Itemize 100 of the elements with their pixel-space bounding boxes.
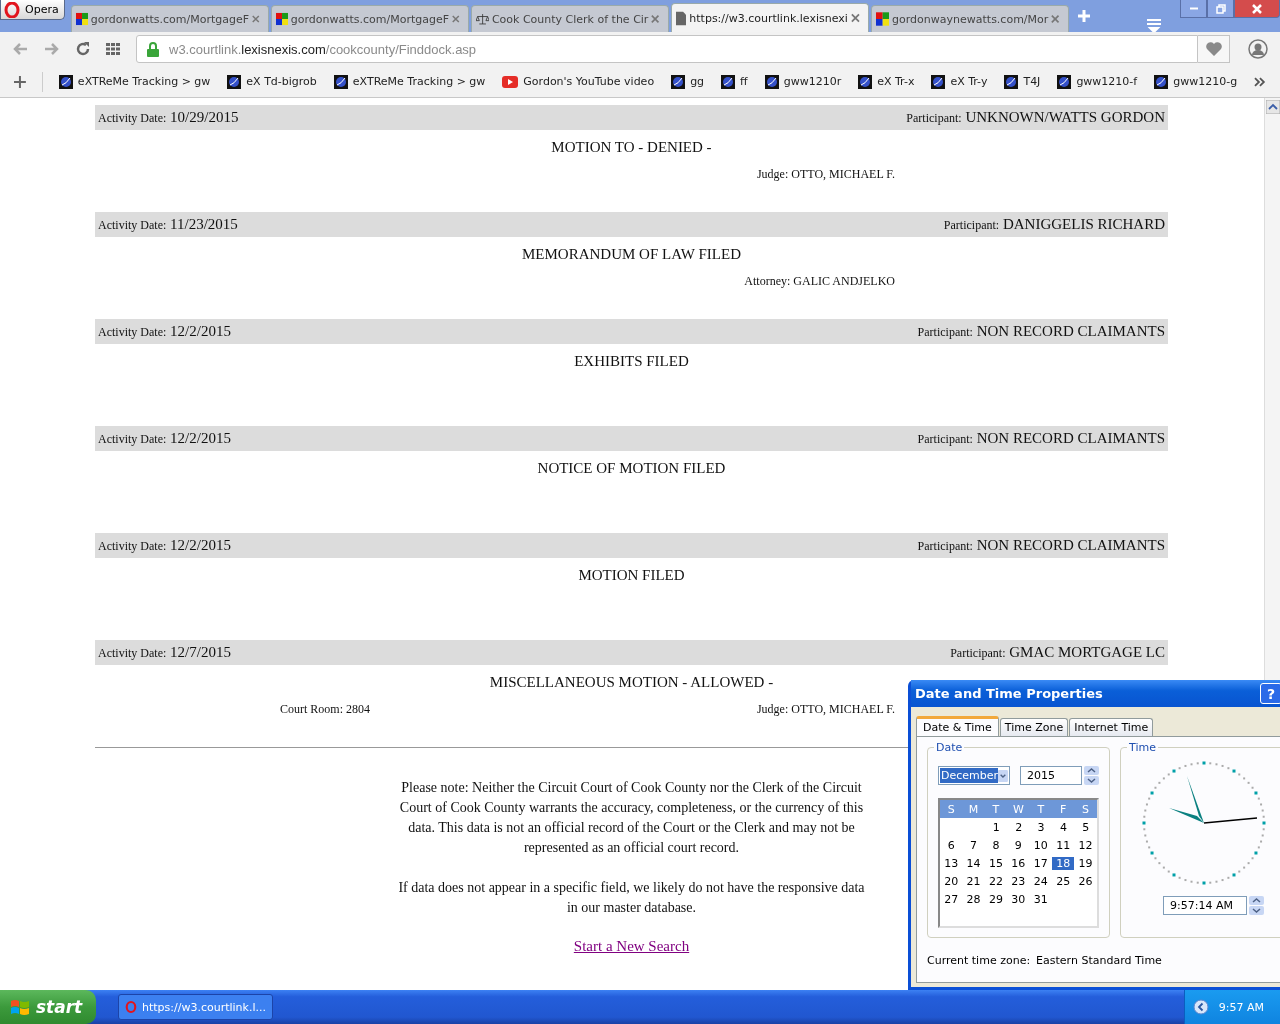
- minimize-icon: [1188, 7, 1199, 10]
- reload-icon[interactable]: [76, 42, 90, 56]
- calendar-day[interactable]: 26: [1074, 874, 1097, 888]
- bookmark-link[interactable]: gg: [671, 74, 705, 89]
- calendar-day[interactable]: 27: [940, 892, 963, 906]
- calendar-day[interactable]: 23: [1007, 874, 1030, 888]
- globe-icon: [721, 74, 736, 89]
- profile-icon[interactable]: [1248, 39, 1268, 59]
- help-button[interactable]: ?: [1260, 683, 1280, 704]
- calendar-day[interactable]: 22: [984, 874, 1008, 888]
- bookmark-link[interactable]: eX Td-bigrob: [227, 74, 317, 89]
- activity-description: MOTION TO - DENIED -: [551, 139, 712, 155]
- browser-tab[interactable]: gordonwatts.com/MortgageF: [270, 5, 469, 32]
- opera-menu-button[interactable]: Opera: [0, 0, 65, 20]
- activity-description: NOTICE OF MOTION FILED: [537, 460, 726, 476]
- calendar-day[interactable]: 29: [984, 892, 1008, 906]
- browser-tab[interactable]: gordonwatts.com/MortgageF: [70, 5, 269, 32]
- bookmark-link[interactable]: eXTReMe Tracking > gw: [58, 74, 211, 89]
- calendar-day[interactable]: 24: [1029, 874, 1052, 888]
- bookmark-link[interactable]: eX Tr-x: [858, 74, 915, 89]
- calendar-day[interactable]: 5: [1074, 820, 1097, 834]
- calendar-day[interactable]: 7: [962, 838, 985, 852]
- participant: Participant: NON RECORD CLAIMANTS: [917, 430, 1165, 447]
- back-icon[interactable]: [12, 42, 28, 56]
- globe-icon: [764, 74, 779, 89]
- tab-menu-icon[interactable]: [1146, 18, 1162, 32]
- participant: Participant: NON RECORD CLAIMANTS: [917, 537, 1165, 554]
- calendar-day[interactable]: 20: [940, 874, 963, 888]
- dialog-tab[interactable]: Internet Time: [1069, 718, 1154, 736]
- close-icon[interactable]: [252, 14, 260, 24]
- activity-description: MEMORANDUM OF LAW FILED: [522, 246, 741, 262]
- dialog-tab[interactable]: Date & Time: [916, 716, 999, 736]
- scroll-up-icon[interactable]: [1265, 100, 1280, 114]
- taskbar-window-button[interactable]: https://w3.courtlink.l...: [118, 994, 273, 1020]
- calendar-day[interactable]: 28: [962, 892, 985, 906]
- bookmark-button[interactable]: [1198, 35, 1230, 63]
- address-field[interactable]: w3.courtlink.lexisnexis.com/cookcounty/Finddock.asp: [136, 35, 1198, 63]
- close-icon[interactable]: [1051, 14, 1060, 24]
- calendar-day[interactable]: 12: [1074, 838, 1097, 852]
- bookmark-link[interactable]: ff: [721, 74, 748, 89]
- calendar-day[interactable]: 31: [1029, 892, 1052, 906]
- restore-button[interactable]: [1207, 0, 1234, 18]
- close-icon[interactable]: [452, 14, 460, 24]
- globe-icon: [931, 74, 946, 89]
- color-block-icon: [275, 11, 288, 27]
- forward-icon[interactable]: [44, 42, 60, 56]
- spinner-icon[interactable]: [1249, 896, 1264, 915]
- close-icon[interactable]: [651, 14, 660, 24]
- close-icon[interactable]: [850, 13, 860, 23]
- calendar-day[interactable]: 8: [984, 838, 1008, 852]
- page-icon: [675, 10, 687, 26]
- calendar-day[interactable]: 11: [1051, 838, 1075, 852]
- calendar-day[interactable]: 3: [1029, 820, 1053, 834]
- group-label: Date: [935, 741, 964, 754]
- calendar-day[interactable]: 1: [985, 820, 1008, 834]
- calendar-day[interactable]: 9: [1007, 838, 1030, 852]
- calendar-day[interactable]: 19: [1074, 856, 1097, 870]
- calendar-day[interactable]: 13: [940, 856, 963, 870]
- start-button[interactable]: start: [0, 990, 96, 1024]
- minimize-button[interactable]: [1180, 0, 1207, 18]
- calendar-day[interactable]: 25: [1051, 874, 1075, 888]
- plus-icon[interactable]: [14, 75, 26, 88]
- globe-icon: [333, 74, 348, 89]
- weekday-label: S: [946, 802, 956, 816]
- tray-expand-icon[interactable]: [1192, 999, 1209, 1015]
- bookmark-link[interactable]: gww1210-g: [1154, 74, 1238, 89]
- calendar-day[interactable]: 4: [1052, 820, 1075, 834]
- double-chevron-icon[interactable]: [1254, 76, 1266, 87]
- bookmark-link[interactable]: T4J: [1004, 74, 1041, 89]
- calendar-day[interactable]: 14: [962, 856, 985, 870]
- calendar-day[interactable]: 16: [1007, 856, 1030, 870]
- calendar-day[interactable]: 21: [962, 874, 985, 888]
- calendar-day[interactable]: 18: [1051, 856, 1075, 870]
- activity-date: Activity Date: 12/2/2015: [98, 537, 231, 554]
- calendar-day[interactable]: 30: [1007, 892, 1030, 906]
- activity-date: Activity Date: 10/29/2015: [98, 109, 239, 126]
- calendar-day[interactable]: 2: [1007, 820, 1030, 834]
- browser-tab[interactable]: gordonwaynewatts.com/Mor: [870, 5, 1069, 32]
- bookmark-link[interactable]: gww1210r: [764, 74, 842, 89]
- year-field[interactable]: 2015: [1020, 766, 1082, 785]
- close-button[interactable]: [1234, 0, 1280, 18]
- bookmark-link[interactable]: gww1210-f: [1057, 74, 1138, 89]
- bookmark-link[interactable]: eXTReMe Tracking > gw: [333, 74, 486, 89]
- spinner-icon[interactable]: [1084, 766, 1099, 785]
- timezone-value: Eastern Standard Time: [1036, 954, 1162, 967]
- month-dropdown[interactable]: December: [938, 766, 1010, 785]
- bookmark-link[interactable]: eX Tr-y: [931, 74, 988, 89]
- new-search-link[interactable]: Start a New Search: [573, 938, 690, 954]
- browser-tab[interactable]: Cook County Clerk of the Cir: [470, 5, 669, 32]
- calendar-day[interactable]: 6: [940, 838, 963, 852]
- calendar-day[interactable]: 17: [1029, 856, 1052, 870]
- bookmark-link[interactable]: Gordon's YouTube video: [502, 75, 655, 88]
- calendar-day[interactable]: 15: [984, 856, 1008, 870]
- grid-icon[interactable]: [106, 43, 120, 55]
- globe-icon: [227, 74, 242, 89]
- browser-tab[interactable]: https://w3.courtlink.lexisnexi: [670, 3, 869, 32]
- dialog-tab[interactable]: Time Zone: [999, 718, 1069, 736]
- time-field[interactable]: 9:57:14 AM: [1163, 896, 1247, 915]
- calendar-day[interactable]: 10: [1029, 838, 1052, 852]
- participant: Participant: GMAC MORTGAGE LC: [950, 644, 1165, 661]
